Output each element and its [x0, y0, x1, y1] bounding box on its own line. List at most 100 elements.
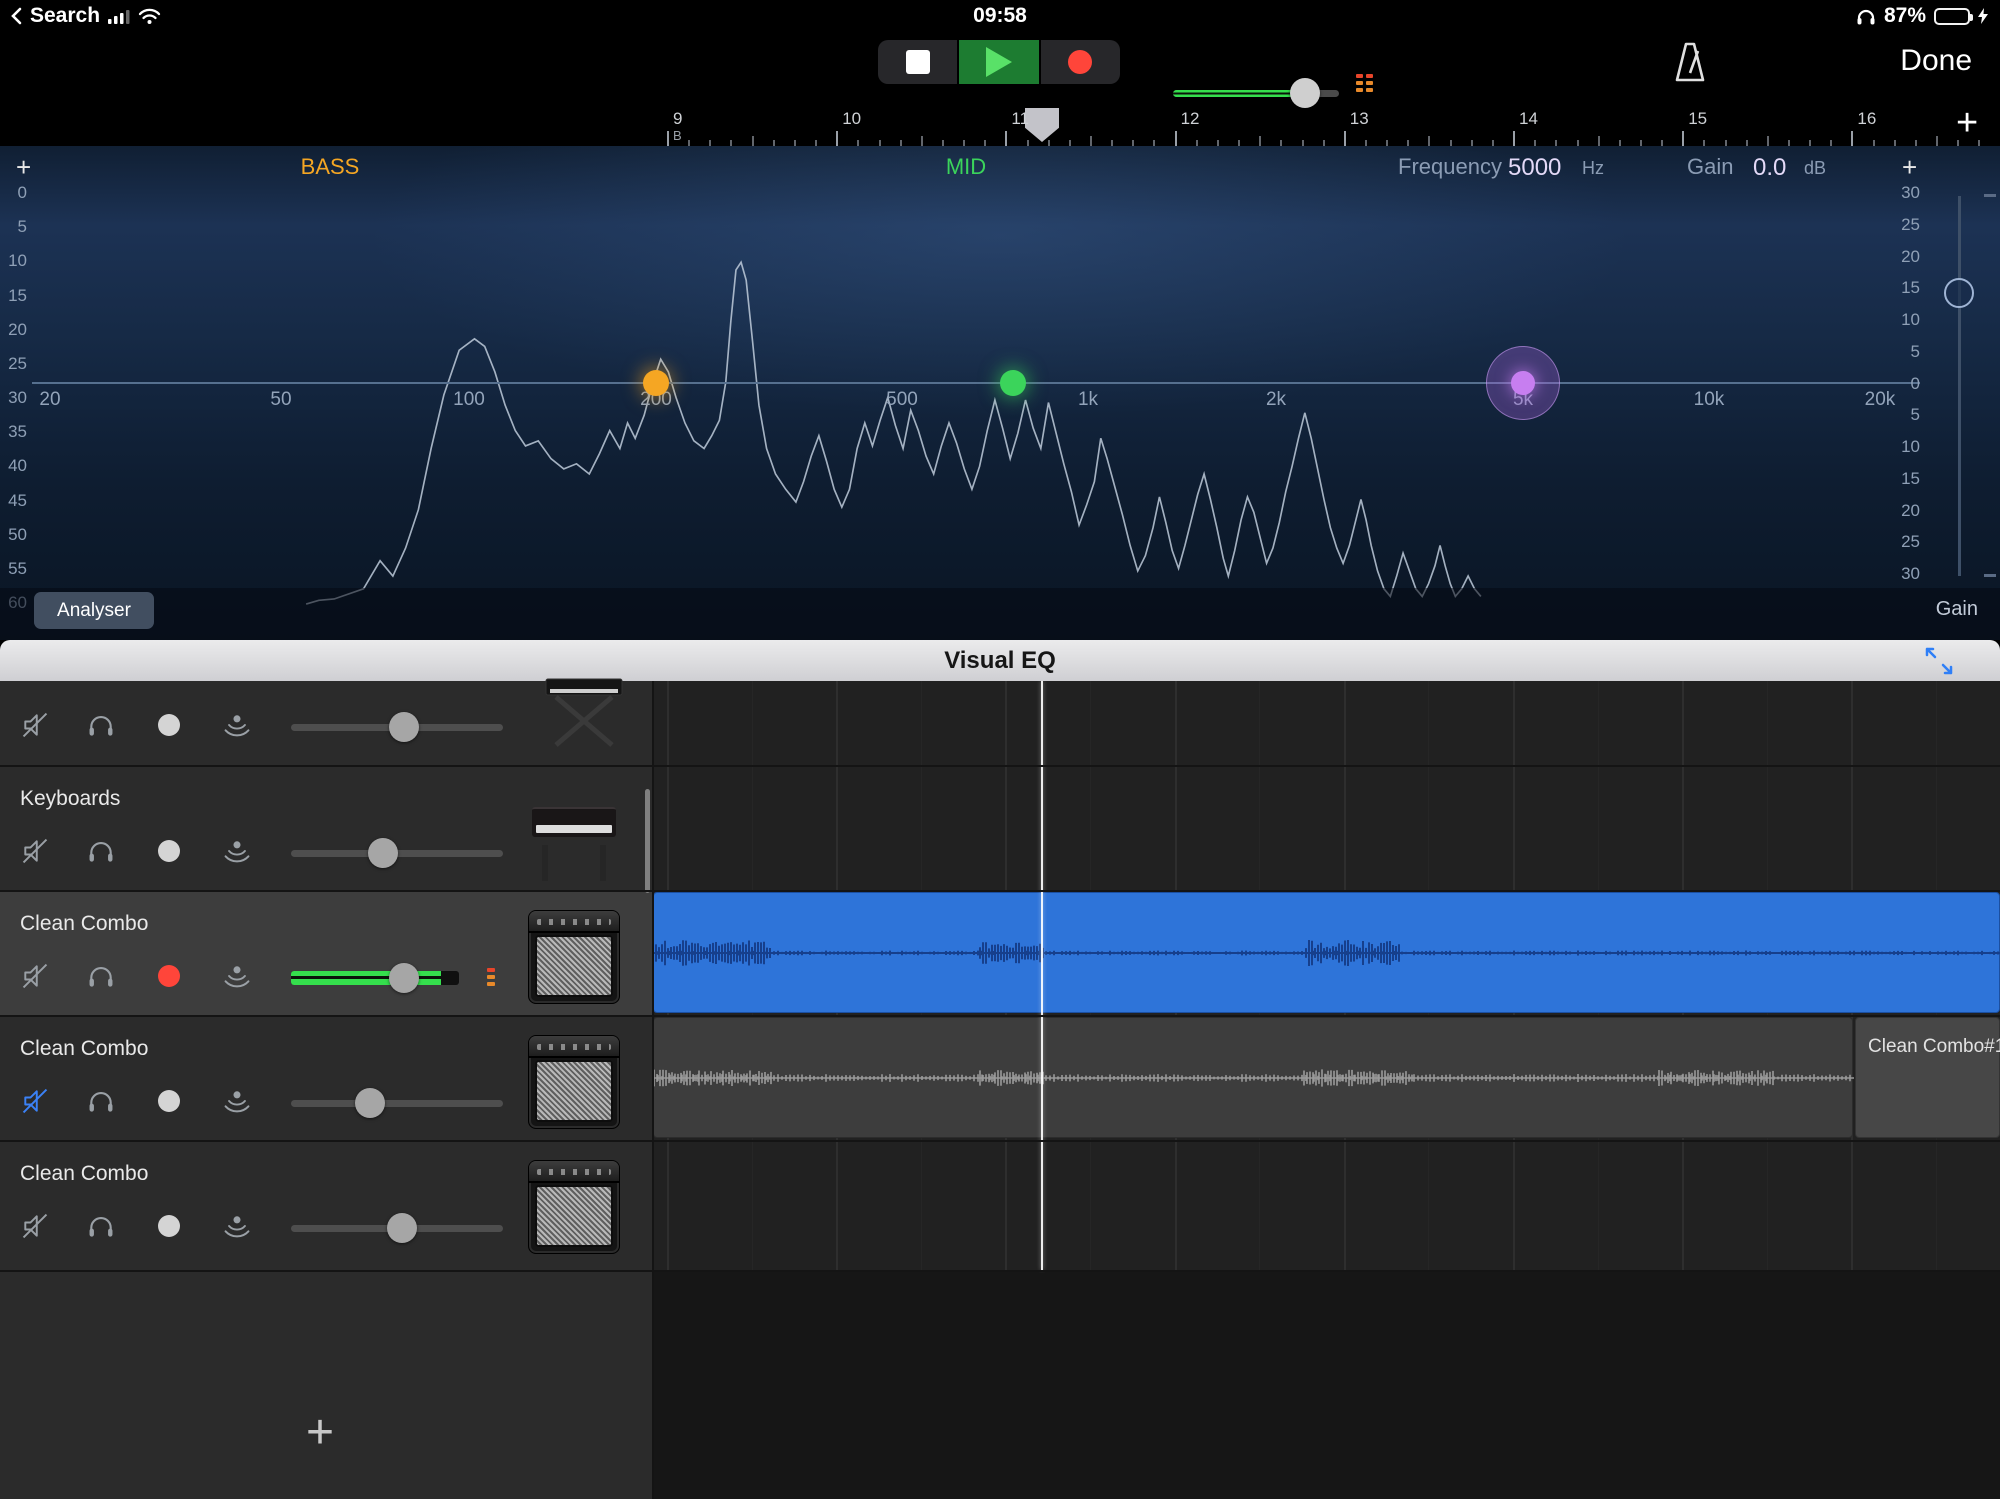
eq-node-bass[interactable]	[643, 370, 669, 396]
ruler-bar-number: 15	[1688, 109, 1707, 129]
record-enable-button[interactable]	[158, 965, 180, 987]
record-enable-button[interactable]	[158, 714, 180, 736]
audio-region-clean-combo-take[interactable]	[653, 1017, 1853, 1138]
record-enable-button[interactable]	[158, 1090, 180, 1112]
ruler-tick	[1767, 136, 1769, 146]
record-enable-button[interactable]	[158, 1215, 180, 1237]
output-icon[interactable]	[222, 1086, 252, 1116]
output-icon[interactable]	[222, 1211, 252, 1241]
volume-thumb[interactable]	[355, 1088, 385, 1118]
row-divider	[0, 765, 2000, 767]
add-track-button[interactable]: +	[306, 1405, 334, 1460]
analyser-toggle-button[interactable]: Analyser	[34, 592, 154, 629]
transport-toolbar: Done	[0, 32, 2000, 108]
ruler-tick	[921, 136, 923, 146]
eq-bottom-strip	[0, 588, 2000, 640]
plugin-title: Visual EQ	[944, 647, 1056, 675]
solo-headphones-icon[interactable]	[86, 710, 116, 740]
region-label: Clean Combo#12	[1868, 1036, 2000, 1058]
play-button[interactable]	[959, 40, 1038, 84]
solo-headphones-icon[interactable]	[86, 1086, 116, 1116]
volume-slider[interactable]	[291, 1088, 503, 1118]
record-button[interactable]	[1041, 40, 1120, 84]
eq-gain-slider-thumb[interactable]	[1944, 278, 1974, 308]
eq-gain-minus-tick	[1984, 574, 1996, 577]
clip-indicator	[487, 968, 495, 986]
ruler-tick	[1344, 131, 1346, 146]
ruler-bar-number: 11	[1011, 109, 1029, 129]
track-list-scrollbar[interactable]	[645, 789, 650, 893]
ruler-tick	[1851, 131, 1853, 146]
track-row-clean-combo-2[interactable]: Clean Combo	[0, 1015, 653, 1140]
solo-headphones-icon[interactable]	[86, 961, 116, 991]
transport-controls	[878, 40, 1120, 84]
ruler-add-button[interactable]: +	[1956, 102, 1978, 145]
row-divider	[0, 1270, 2000, 1272]
metronome-button[interactable]	[1672, 40, 1708, 84]
clock: 09:58	[0, 0, 2000, 32]
track-row-keyboards[interactable]: Keyboards	[0, 765, 653, 890]
ruler-tick	[836, 131, 838, 146]
track-image[interactable]	[528, 791, 620, 885]
playhead-marker[interactable]	[1025, 108, 1059, 142]
volume-thumb[interactable]	[387, 1213, 417, 1243]
track-row-partial[interactable]	[0, 681, 653, 765]
eq-gain-slider[interactable]	[1958, 196, 1961, 576]
volume-thumb[interactable]	[389, 712, 419, 742]
waveform-gray	[654, 1018, 1854, 1139]
headphones-icon	[1856, 7, 1876, 25]
output-icon[interactable]	[222, 836, 252, 866]
battery-icon	[1934, 8, 1970, 25]
volume-thumb[interactable]	[389, 963, 419, 993]
ruler-tick	[752, 136, 754, 146]
output-icon[interactable]	[222, 710, 252, 740]
record-enable-button[interactable]	[158, 840, 180, 862]
mute-icon-active[interactable]	[20, 1086, 50, 1116]
volume-slider[interactable]	[291, 712, 503, 742]
tracklist-divider	[652, 681, 654, 1499]
track-row-clean-combo-1[interactable]: Clean Combo	[0, 890, 653, 1015]
track-row-clean-combo-3[interactable]: Clean Combo	[0, 1140, 653, 1270]
ruler-bar-number: 16	[1857, 109, 1876, 129]
ruler-tick	[1598, 136, 1600, 146]
mute-icon[interactable]	[20, 1211, 50, 1241]
track-name: Clean Combo	[20, 1037, 148, 1061]
audio-region-clean-combo-12[interactable]: Clean Combo#12	[1855, 1017, 2000, 1138]
volume-level-meter[interactable]	[291, 963, 503, 993]
eq-zero-line	[32, 382, 1920, 384]
audio-region-clean-combo[interactable]	[653, 892, 2000, 1013]
mute-icon[interactable]	[20, 836, 50, 866]
ruler-bar-number: 9	[673, 109, 682, 129]
volume-slider[interactable]	[291, 838, 503, 868]
timeline[interactable]: Clean Combo#12	[653, 681, 2000, 1499]
bar-ruler[interactable]: 910111213141516B	[653, 108, 2000, 146]
eq-node-treble[interactable]	[1511, 371, 1535, 395]
eq-gain-axis-label: Gain	[1936, 598, 1978, 621]
mute-icon[interactable]	[20, 961, 50, 991]
ruler-tick	[1428, 136, 1430, 146]
solo-headphones-icon[interactable]	[86, 836, 116, 866]
volume-slider[interactable]	[291, 1213, 503, 1243]
stop-button[interactable]	[878, 40, 957, 84]
master-volume-thumb[interactable]	[1290, 78, 1320, 108]
track-image[interactable]	[542, 675, 634, 769]
track-image[interactable]	[528, 1035, 620, 1129]
output-icon[interactable]	[222, 961, 252, 991]
done-button[interactable]: Done	[1900, 44, 1972, 78]
battery-percentage: 87%	[1884, 4, 1926, 28]
row-divider	[0, 890, 2000, 892]
eq-gain-plus-tick	[1984, 194, 1996, 197]
visual-eq-panel: + BASS MID Frequency 5000 Hz Gain 0.0 dB…	[0, 146, 2000, 640]
track-header-list: Keyboards Clean Combo	[0, 681, 653, 1499]
track-image[interactable]	[528, 1160, 620, 1254]
solo-headphones-icon[interactable]	[86, 1211, 116, 1241]
expand-icon[interactable]	[1922, 644, 1956, 678]
mute-icon[interactable]	[20, 710, 50, 740]
ruler-tick	[1005, 131, 1007, 146]
ruler-tick	[667, 131, 669, 146]
eq-node-mid[interactable]	[1000, 370, 1026, 396]
ruler-tick	[1259, 136, 1261, 146]
track-image[interactable]	[528, 910, 620, 1004]
plugin-title-bar[interactable]: Visual EQ	[0, 640, 2000, 681]
volume-thumb[interactable]	[368, 838, 398, 868]
